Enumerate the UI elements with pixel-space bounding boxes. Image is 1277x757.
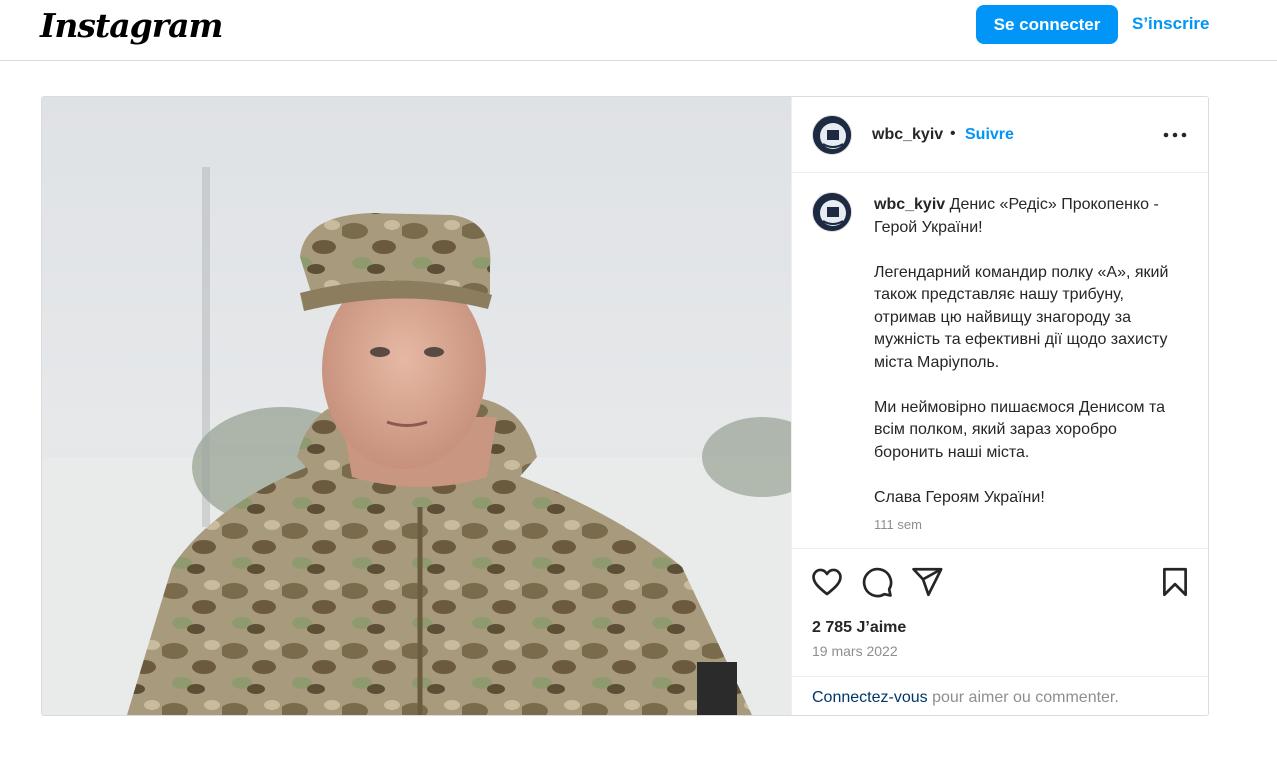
caption-username[interactable]: wbc_kyiv xyxy=(874,196,945,213)
action-bar xyxy=(792,548,1208,620)
more-options-icon[interactable] xyxy=(1162,125,1188,145)
post-time-ago[interactable]: 111 sem xyxy=(874,517,922,532)
instagram-logo[interactable]: Instagram xyxy=(40,6,223,45)
post-date: 19 mars 2022 xyxy=(812,643,898,659)
post-side-panel: wbc_kyiv • Suivre wbc_kyiv Денис «Редіс»… xyxy=(791,97,1208,715)
heart-icon[interactable] xyxy=(810,565,844,599)
login-prompt-text: Connectez-vous pour aimer ou commenter. xyxy=(812,689,1119,707)
login-prompt-rest: pour aimer ou commenter. xyxy=(927,689,1119,706)
login-button[interactable]: Se connecter xyxy=(976,5,1118,44)
login-link[interactable]: Connectez-vous xyxy=(812,689,928,706)
post-photo[interactable] xyxy=(42,97,791,715)
caption-avatar[interactable] xyxy=(812,192,852,232)
share-icon[interactable] xyxy=(910,565,944,599)
login-prompt: Connectez-vous pour aimer ou commenter. xyxy=(792,676,1208,715)
caption-area: wbc_kyiv Денис «Редіс» Прокопенко - Геро… xyxy=(792,174,1208,548)
top-bar: Instagram Se connecter S’inscrire xyxy=(0,0,1277,61)
signup-link[interactable]: S’inscrire xyxy=(1132,14,1210,34)
post-caption: wbc_kyiv Денис «Редіс» Прокопенко - Геро… xyxy=(874,194,1180,509)
post-card: wbc_kyiv • Suivre wbc_kyiv Денис «Редіс»… xyxy=(41,96,1209,716)
post-header: wbc_kyiv • Suivre xyxy=(792,97,1208,173)
avatar[interactable] xyxy=(812,115,852,155)
bookmark-icon[interactable] xyxy=(1158,565,1192,599)
caption-text: Денис «Редіс» Прокопенко - Герой України… xyxy=(874,196,1169,506)
comment-icon[interactable] xyxy=(860,565,894,599)
separator-dot: • xyxy=(950,125,956,142)
follow-button[interactable]: Suivre xyxy=(965,126,1014,144)
like-count[interactable]: 2 785 J’aime xyxy=(812,619,906,637)
post-author-username[interactable]: wbc_kyiv xyxy=(872,126,943,144)
